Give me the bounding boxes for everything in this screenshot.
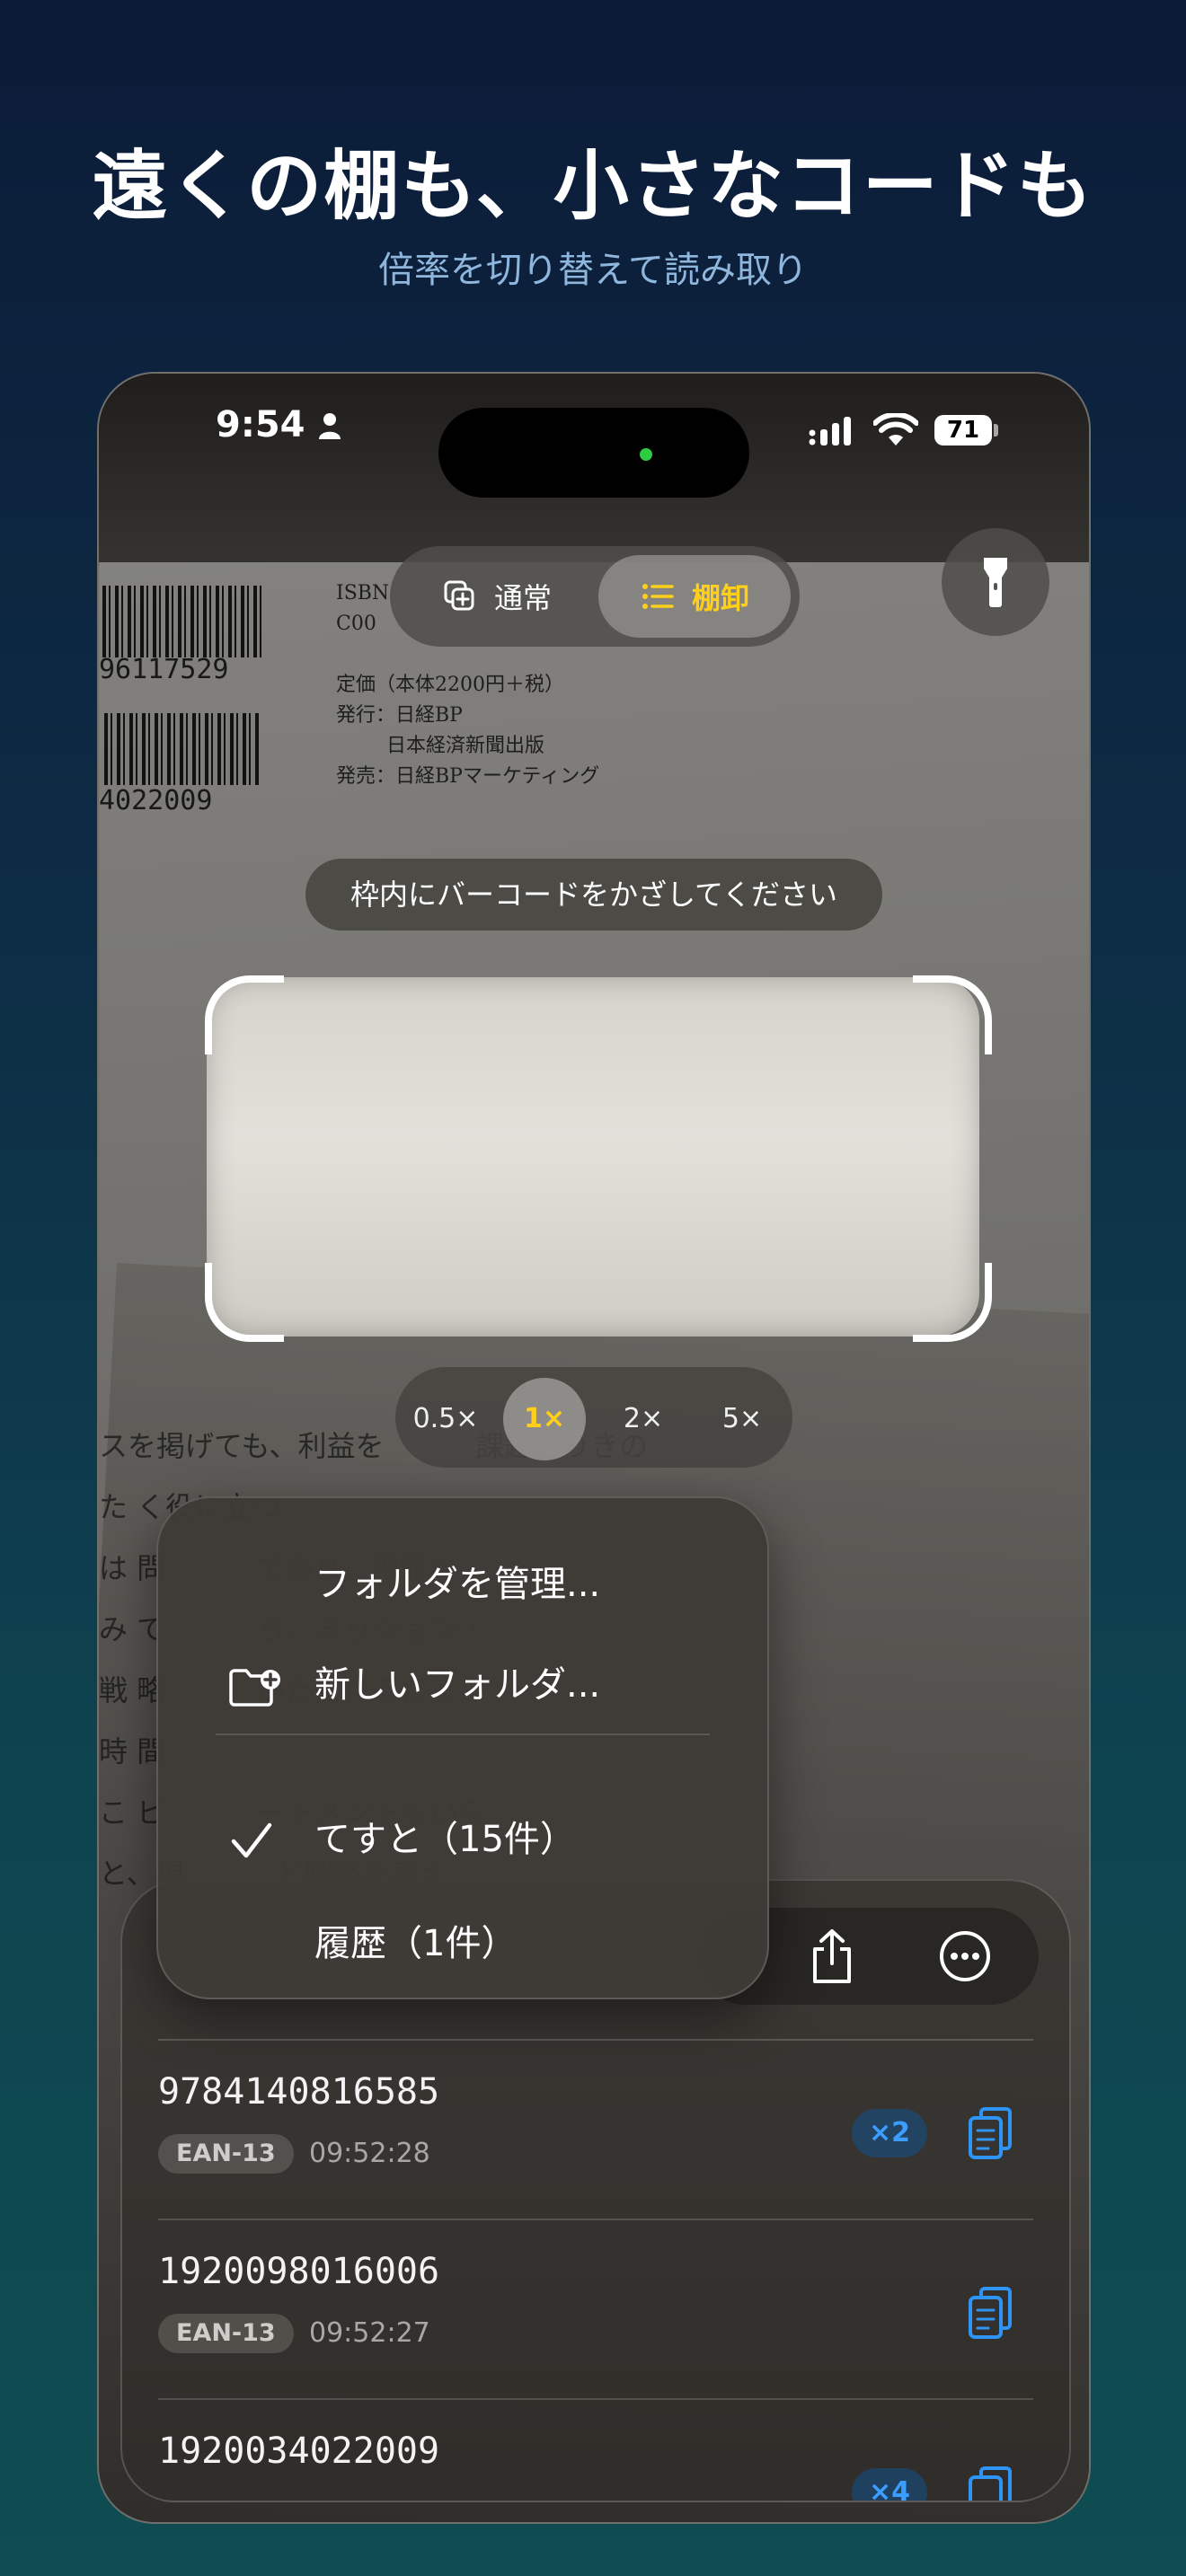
scan-hint: 枠内にバーコードをかざしてください	[305, 859, 882, 931]
list-icon	[642, 584, 674, 609]
zoom-option-5x[interactable]: 5×	[701, 1378, 783, 1460]
scan-count-badge: ×2	[852, 2109, 927, 2157]
folder-label: 履歴（1件）	[314, 1923, 518, 1964]
promo-headline: 遠くの棚も、小さなコードも	[92, 142, 1094, 230]
phone-screen: 96117529 4022009 ISBN C00 定価（本体2200円＋税） …	[97, 372, 1091, 2524]
scan-row[interactable]: 1920098016006 EAN-13 09:52:27	[158, 2220, 1033, 2400]
barcode-value: 9784140816585	[158, 2071, 440, 2113]
battery-level: 71	[934, 415, 992, 446]
dynamic-island	[438, 408, 749, 498]
folder-item-test[interactable]: てすと（15件）	[158, 1795, 767, 1884]
barcode-type-badge: EAN-13	[158, 2314, 294, 2353]
mode-switch: 通常 棚卸	[390, 546, 800, 647]
scan-frame	[207, 977, 979, 1337]
scan-row[interactable]: 9784140816585 EAN-13 09:52:28 ×2	[158, 2041, 1033, 2220]
status-time: 9:54	[216, 404, 305, 446]
barcode-value: 1920034022009	[158, 2430, 440, 2472]
flashlight-button[interactable]	[942, 528, 1049, 636]
mode-shelf-label: 棚卸	[691, 581, 749, 615]
share-button[interactable]	[796, 1920, 868, 1992]
folder-add-icon	[229, 1669, 280, 1707]
mode-normal-label: 通常	[493, 581, 552, 615]
stack-plus-icon	[444, 580, 474, 611]
wifi-icon	[873, 413, 918, 446]
manage-folders-label: フォルダを管理...	[314, 1564, 601, 1605]
scan-time: 09:52:27	[309, 2317, 430, 2349]
copy-button[interactable]	[963, 2105, 1017, 2163]
scan-row[interactable]: 1920034022009 ×4	[158, 2400, 1033, 2502]
ellipsis-circle-icon	[940, 1931, 990, 1981]
folder-label: てすと（15件）	[314, 1819, 576, 1860]
person-icon	[319, 413, 341, 439]
zoom-option-2x[interactable]: 2×	[602, 1378, 685, 1460]
mode-shelf-button[interactable]: 棚卸	[598, 555, 791, 638]
copy-button[interactable]	[963, 2465, 1017, 2502]
barcode-value: 1920098016006	[158, 2251, 440, 2292]
new-folder-label: 新しいフォルダ...	[314, 1664, 601, 1706]
flashlight-icon	[984, 558, 1007, 607]
manage-folders-item[interactable]: フォルダを管理...	[158, 1539, 767, 1629]
zoom-option-1x[interactable]: 1×	[503, 1378, 586, 1460]
scan-time: 09:52:28	[309, 2138, 430, 2169]
battery-cap	[994, 424, 998, 437]
camera-indicator-dot	[640, 448, 652, 461]
barcode-type-badge: EAN-13	[158, 2134, 294, 2174]
more-button[interactable]	[929, 1920, 1001, 1992]
share-icon	[813, 1929, 851, 1983]
copy-button[interactable]	[963, 2285, 1017, 2342]
checkmark-icon	[231, 1822, 272, 1858]
mode-normal-button[interactable]: 通常	[403, 555, 591, 638]
folder-menu: フォルダを管理... 新しいフォルダ... てすと（15件） 履歴（1件）	[156, 1496, 769, 1999]
zoom-option-0-5x[interactable]: 0.5×	[404, 1378, 487, 1460]
scan-count-badge: ×4	[852, 2468, 927, 2501]
folder-item-history[interactable]: 履歴（1件）	[158, 1899, 767, 1989]
zoom-selector: 0.5× 1× 2× 5×	[395, 1367, 792, 1468]
new-folder-item[interactable]: 新しいフォルダ...	[158, 1640, 767, 1730]
cellular-signal-icon	[809, 417, 851, 446]
promo-subline: 倍率を切り替えて読み取り	[378, 250, 808, 291]
divider	[216, 1734, 710, 1735]
